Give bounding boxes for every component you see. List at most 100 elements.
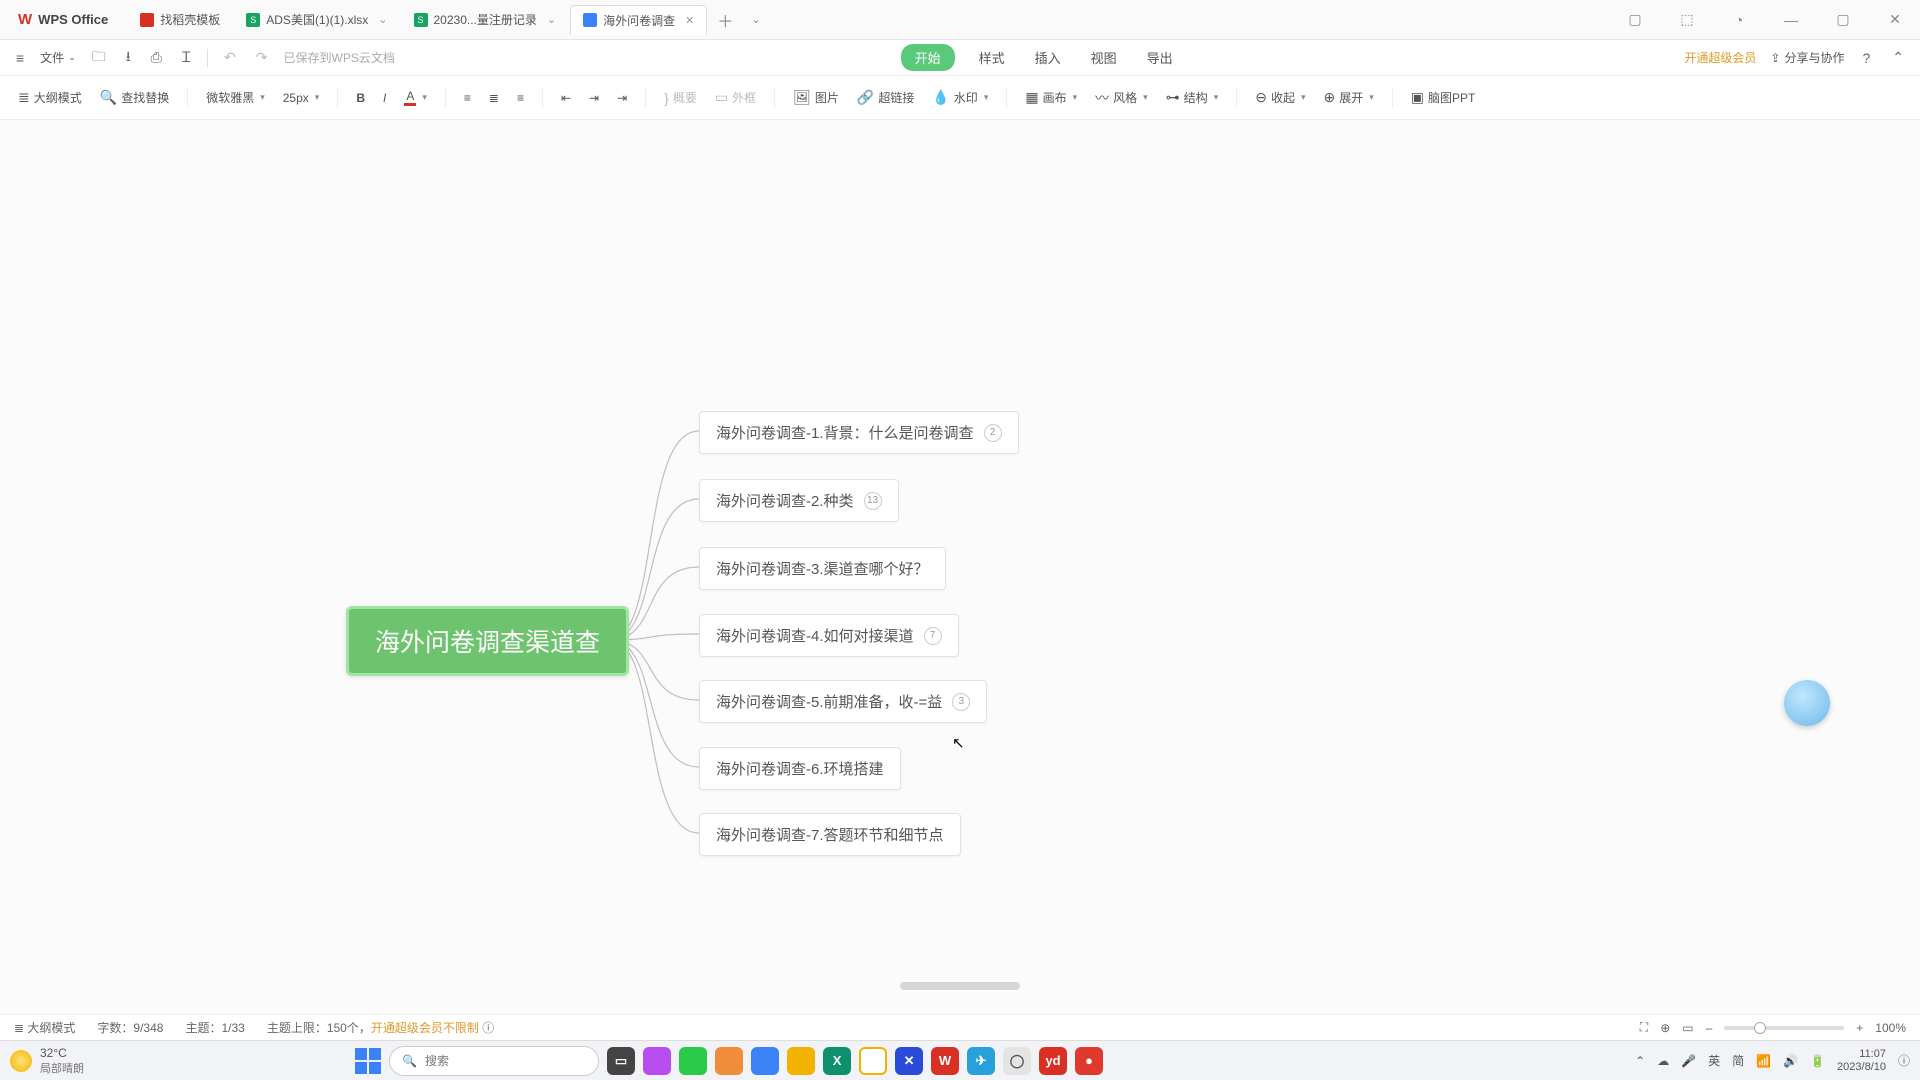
taskbar-app-icon[interactable]: ● — [1075, 1047, 1103, 1075]
minimize-button[interactable]: — — [1774, 12, 1808, 28]
tab-mindmap[interactable]: 海外问卷调查 ✕ — [570, 5, 707, 35]
bold-button[interactable]: B — [356, 91, 365, 105]
mindmap-child-node[interactable]: 海外问卷调查-5.前期准备，收-=益 3 — [699, 680, 987, 723]
help-icon[interactable]: ⓘ — [482, 1021, 494, 1035]
add-tab-button[interactable]: ＋ — [709, 4, 741, 36]
zoom-knob[interactable] — [1754, 1022, 1766, 1034]
file-menu[interactable]: 文件⌄ — [40, 49, 76, 66]
taskbar-app-icon[interactable] — [679, 1047, 707, 1075]
zoom-minus-button[interactable]: – — [1706, 1021, 1713, 1035]
expand-button[interactable]: ⊕展开▾ — [1324, 89, 1374, 106]
zoom-level[interactable]: 100% — [1875, 1021, 1906, 1035]
font-color-button[interactable]: A▾ — [404, 89, 427, 106]
mic-icon[interactable]: 🎤 — [1681, 1054, 1696, 1068]
wifi-icon[interactable]: 📶 — [1756, 1054, 1771, 1068]
taskbar-app-icon[interactable] — [643, 1047, 671, 1075]
tray-chevron-icon[interactable]: ⌃ — [1635, 1054, 1645, 1068]
weather-widget[interactable]: 32°C 局部晴朗 — [10, 1046, 84, 1076]
menu-icon[interactable]: ≡ — [12, 46, 28, 70]
ribbon-tab-view[interactable]: 视图 — [1085, 44, 1123, 71]
taskbar-app-icon[interactable]: X — [823, 1047, 851, 1075]
mindmap-child-node[interactable]: 海外问卷调查-3.渠道查哪个好？ — [699, 547, 946, 590]
zoom-slider[interactable] — [1724, 1026, 1844, 1030]
notifications-icon[interactable]: ⓘ — [1898, 1052, 1910, 1069]
close-window-button[interactable]: ✕ — [1878, 11, 1912, 28]
zoom-plus-button[interactable]: + — [1856, 1021, 1863, 1035]
align-center-button[interactable]: ≣ — [489, 91, 499, 105]
undo-icon[interactable]: ↶ — [220, 45, 240, 70]
ribbon-tab-insert[interactable]: 插入 — [1029, 44, 1067, 71]
node-count-badge[interactable]: 3 — [952, 693, 970, 711]
notification-icon[interactable]: ◔ — [1722, 12, 1756, 28]
download-icon[interactable]: ⭳ — [122, 42, 135, 74]
maximize-button[interactable]: ▢ — [1826, 11, 1860, 28]
taskbar-app-icon[interactable] — [787, 1047, 815, 1075]
taskbar-app-icon[interactable]: yd — [1039, 1047, 1067, 1075]
ribbon-tab-export[interactable]: 导出 — [1141, 44, 1179, 71]
outline-mode-toggle[interactable]: ≣ 大纲模式 — [14, 1019, 75, 1036]
vip-link[interactable]: 开通超级会员 — [1684, 49, 1756, 66]
node-count-badge[interactable]: 2 — [984, 424, 1002, 442]
export-icon[interactable]: ⎙ — [147, 45, 166, 70]
layout-icon[interactable]: ▢ — [1618, 11, 1652, 28]
mindmap-child-node[interactable]: 海外问卷调查-4.如何对接渠道 7 — [699, 614, 959, 657]
onedrive-icon[interactable]: ☁ — [1657, 1054, 1669, 1068]
mindmap-child-node[interactable]: 海外问卷调查-7.答题环节和细节点 — [699, 813, 961, 856]
taskbar-app-icon[interactable] — [715, 1047, 743, 1075]
taskbar-app-icon[interactable]: ▭ — [607, 1047, 635, 1075]
start-button[interactable] — [355, 1048, 381, 1074]
help-icon[interactable]: ? — [1858, 46, 1874, 70]
ribbon-tab-start[interactable]: 开始 — [901, 44, 955, 71]
ribbon-tab-style[interactable]: 样式 — [973, 44, 1011, 71]
tab-template[interactable]: 找稻壳模板 — [128, 5, 232, 34]
collapse-button[interactable]: ⊖收起▾ — [1255, 89, 1305, 106]
hyperlink-button[interactable]: 🔗超链接 — [857, 89, 914, 106]
collapse-ribbon-icon[interactable]: ⌃ — [1888, 45, 1908, 70]
mindmap-canvas[interactable]: 海外问卷调查渠道查 海外问卷调查-1.背景：什么是问卷调查 2 海外问卷调查-2… — [0, 120, 1920, 1040]
align-left-button[interactable]: ≡ — [464, 91, 471, 105]
battery-icon[interactable]: 🔋 — [1810, 1054, 1825, 1068]
ime-mode[interactable]: 简 — [1732, 1052, 1744, 1069]
frame-button[interactable]: ▭外框 — [715, 89, 756, 106]
format-painter-icon[interactable]: Ꮖ — [178, 45, 195, 70]
vip-unlimited-link[interactable]: 开通超级会员不限制 — [371, 1021, 479, 1035]
italic-button[interactable]: I — [383, 91, 386, 105]
mindmap-child-node[interactable]: 海外问卷调查-1.背景：什么是问卷调查 2 — [699, 411, 1019, 454]
tab-close-icon[interactable]: ⌄ — [547, 13, 556, 26]
horizontal-scrollbar[interactable] — [900, 982, 1020, 990]
summary-button[interactable]: }概要 — [664, 89, 697, 106]
mindmap-child-node[interactable]: 海外问卷调查-6.环境搭建 — [699, 747, 901, 790]
font-size-select[interactable]: 25px▾ — [283, 91, 320, 105]
outline-mode-button[interactable]: ≣大纲模式 — [18, 89, 82, 106]
clock[interactable]: 11:07 2023/8/10 — [1837, 1048, 1886, 1072]
tab-xlsx-2[interactable]: S 20230...量注册记录 ⌄ — [402, 5, 569, 34]
align-right-button[interactable]: ≡ — [517, 91, 524, 105]
tab-close-icon[interactable]: ✕ — [685, 14, 694, 27]
locate-icon[interactable]: ⊕ — [1660, 1021, 1670, 1035]
ime-lang[interactable]: 英 — [1708, 1052, 1720, 1069]
taskbar-app-icon[interactable]: ✕ — [895, 1047, 923, 1075]
zoom-out-button[interactable]: ▭ — [1682, 1021, 1693, 1035]
taskbar-app-icon[interactable]: ✈ — [967, 1047, 995, 1075]
structure-button[interactable]: ⊶结构▾ — [1166, 89, 1219, 106]
indent-left-button[interactable]: ⇤ — [561, 91, 571, 105]
taskbar-app-icon[interactable]: ◯ — [1003, 1047, 1031, 1075]
node-count-badge[interactable]: 7 — [924, 627, 942, 645]
tab-xlsx-1[interactable]: S ADS美国(1)(1).xlsx ⌄ — [234, 5, 399, 34]
taskbar-app-icon[interactable]: W — [931, 1047, 959, 1075]
redo-icon[interactable]: ↷ — [252, 45, 272, 70]
find-replace-button[interactable]: 🔍查找替换 — [100, 89, 169, 106]
indent-center-button[interactable]: ⇥ — [589, 91, 599, 105]
fit-view-icon[interactable]: ⛶ — [1640, 1020, 1648, 1035]
tab-menu-icon[interactable]: ⌄ — [743, 9, 768, 30]
tab-close-icon[interactable]: ⌄ — [378, 13, 387, 26]
watermark-button[interactable]: 💧水印▾ — [932, 89, 988, 106]
share-button[interactable]: ⇪分享与协作 — [1770, 49, 1844, 66]
floating-assistant-button[interactable] — [1784, 680, 1830, 726]
mindmap-root-node[interactable]: 海外问卷调查渠道查 — [346, 606, 629, 676]
image-button[interactable]: 🖼图片 — [793, 89, 839, 106]
volume-icon[interactable]: 🔊 — [1783, 1054, 1798, 1068]
taskbar-app-icon[interactable] — [859, 1047, 887, 1075]
taskbar-app-icon[interactable] — [751, 1047, 779, 1075]
mindmap-child-node[interactable]: 海外问卷调查-2.种类 13 — [699, 479, 899, 522]
